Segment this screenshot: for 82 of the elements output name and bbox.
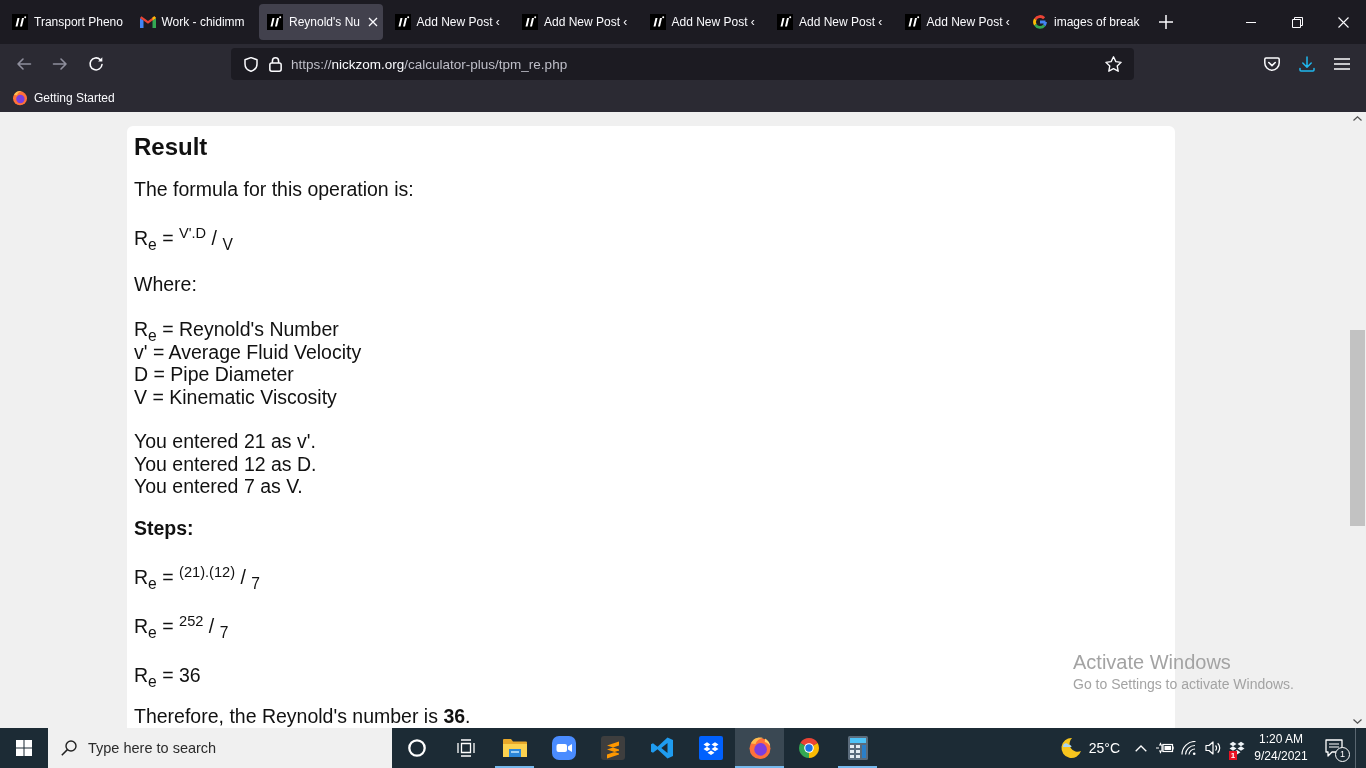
browser-tab[interactable]: Add New Post ‹ bbox=[769, 4, 893, 40]
restore-icon bbox=[1291, 16, 1303, 28]
intro-text: The formula for this operation is: bbox=[134, 178, 414, 200]
site-logo-icon bbox=[267, 14, 283, 30]
speaker-icon bbox=[1205, 741, 1221, 755]
activation-title: Activate Windows bbox=[1073, 650, 1232, 674]
scrollbar-thumb[interactable] bbox=[1350, 330, 1365, 526]
search-icon bbox=[61, 740, 77, 756]
code-editor-tile-icon bbox=[600, 736, 625, 760]
download-icon bbox=[1299, 56, 1315, 72]
mail-icon bbox=[139, 16, 156, 28]
message-icon bbox=[1325, 739, 1343, 757]
definition-line: v' = Average Fluid Velocity bbox=[134, 340, 362, 363]
forward-arrow-icon bbox=[52, 56, 68, 72]
site-logo-icon bbox=[777, 14, 793, 30]
activation-message: Go to Settings to activate Windows. bbox=[1073, 675, 1294, 693]
browser-tab[interactable]: Transport Pheno bbox=[4, 4, 128, 40]
browser-tab[interactable]: Add New Post ‹ bbox=[896, 4, 1021, 40]
browser-tab[interactable]: Add New Post ‹ bbox=[514, 4, 638, 40]
menu-icon bbox=[1334, 58, 1350, 70]
bookmark-item[interactable]: Getting Started bbox=[8, 87, 119, 109]
shield-icon[interactable] bbox=[244, 56, 258, 72]
site-logo-icon bbox=[12, 14, 28, 30]
browser-tab[interactable]: Add New Post ‹ bbox=[641, 4, 766, 40]
step-line: R$_{e}$ = $^{(21).(12)}$ / $_{7}$ bbox=[134, 565, 260, 588]
windows-logo-icon bbox=[16, 740, 32, 756]
where-label: Where: bbox=[134, 273, 197, 295]
close-icon bbox=[1337, 16, 1349, 28]
chevron-down-icon[interactable] bbox=[1353, 719, 1362, 724]
site-logo-icon bbox=[649, 14, 666, 30]
search-field[interactable]: Type here to search bbox=[48, 728, 392, 768]
entered-value-line: You entered 21 as v'. bbox=[134, 430, 316, 453]
ribbon-editor-icon bbox=[649, 736, 674, 760]
open-box-icon bbox=[698, 736, 723, 760]
wifi-icon bbox=[1181, 741, 1197, 755]
step-line: R$_{e}$ = $^{252}$ / $_{7}$ bbox=[134, 614, 229, 637]
action-center-button[interactable]: 1 bbox=[1313, 728, 1355, 768]
step-line: R$_{e}$ = 36 bbox=[134, 663, 201, 686]
notification-count-badge: 1 bbox=[1335, 747, 1350, 762]
folder-icon bbox=[502, 738, 527, 758]
url-text[interactable]: https://nickzom.org/calculator-plus/tpm_re.php bbox=[291, 56, 568, 72]
battery-plug-icon bbox=[1156, 742, 1174, 754]
temperature-text[interactable]: 25°C bbox=[1088, 740, 1120, 756]
back-arrow-icon bbox=[16, 56, 32, 72]
result-heading: Result bbox=[134, 132, 208, 162]
site-logo-icon bbox=[522, 14, 538, 30]
conclusion-text: Therefore, the Reynold's number is 36. bbox=[134, 704, 471, 727]
browser-tab[interactable]: Add New Post ‹ bbox=[386, 4, 511, 40]
chevron-up-icon bbox=[1135, 744, 1147, 752]
definition-line: D = Pipe Diameter bbox=[134, 363, 294, 386]
video-camera-icon bbox=[551, 736, 576, 760]
reload-icon bbox=[88, 56, 104, 72]
site-logo-icon bbox=[394, 14, 411, 30]
address-bar[interactable]: https://nickzom.org/calculator-plus/tpm_re.php bbox=[231, 48, 1134, 80]
star-icon[interactable] bbox=[1105, 56, 1122, 72]
g-logo-icon bbox=[1032, 14, 1048, 30]
entered-value-line: You entered 12 as D. bbox=[134, 452, 317, 475]
lock-icon[interactable] bbox=[269, 56, 282, 72]
browser-tab[interactable]: images of break bbox=[1024, 4, 1148, 40]
close-icon bbox=[368, 17, 378, 27]
definition-line: R$_{e}$ = Reynold's Number bbox=[134, 318, 339, 341]
flame-globe-icon bbox=[747, 736, 772, 760]
site-logo-icon bbox=[904, 14, 921, 30]
pocket-icon bbox=[1264, 56, 1280, 72]
cloud-sync-tray-button[interactable]: 1 bbox=[1225, 728, 1249, 768]
calculator-icon bbox=[847, 736, 868, 760]
task-view-icon bbox=[456, 739, 475, 757]
chevron-up-icon[interactable] bbox=[1353, 116, 1362, 121]
notification-count-badge: 1 bbox=[1229, 751, 1237, 760]
ring-icon bbox=[407, 739, 426, 757]
browser-tab[interactable]: Reynold's Nu bbox=[259, 4, 383, 40]
browser-tab[interactable]: Work - chidimm bbox=[131, 4, 256, 40]
flame-globe-icon bbox=[12, 90, 28, 106]
browser-circle-icon bbox=[796, 736, 821, 760]
plus-icon bbox=[1158, 15, 1173, 29]
definition-line: V = Kinematic Viscosity bbox=[134, 385, 337, 408]
open-box-icon bbox=[1229, 741, 1245, 755]
entered-value-line: You entered 7 as V. bbox=[134, 475, 303, 498]
clock-button[interactable]: 1:20 AM 9/24/2021 bbox=[1249, 728, 1313, 768]
steps-label: Steps: bbox=[134, 516, 194, 539]
minimize-icon bbox=[1246, 21, 1256, 23]
formula-text: R$_{e}$ = $^{V'.D}$ / $_{V}$ bbox=[134, 227, 233, 249]
